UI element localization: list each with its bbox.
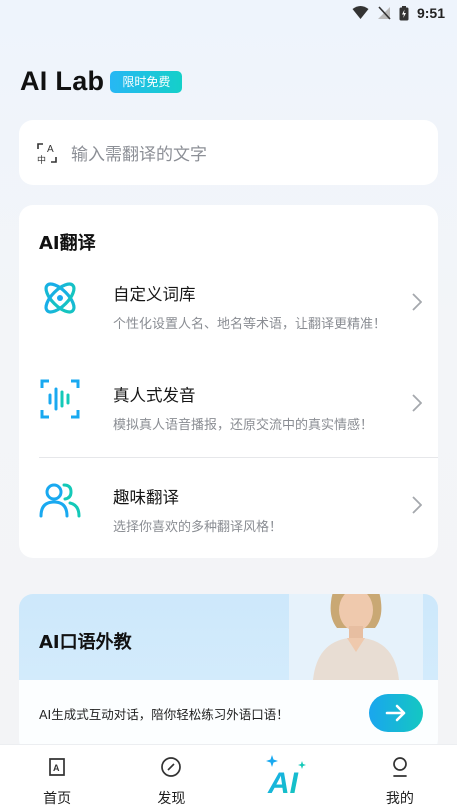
translate-input-placeholder: 输入需翻译的文字 <box>71 145 207 165</box>
svg-text:AI: AI <box>267 767 299 799</box>
tab-profile[interactable]: 我的 <box>343 745 457 812</box>
tab-label: 我的 <box>385 791 414 807</box>
atom-icon <box>44 282 76 314</box>
start-tutor-button[interactable] <box>369 694 423 732</box>
voice-wave-icon <box>40 379 80 419</box>
wifi-icon <box>352 6 369 19</box>
feature-real-voice[interactable]: 真人式发音 模拟真人语音播报，还原交流中的真实情感！ <box>39 378 438 448</box>
feature-title: 自定义词库 <box>113 285 196 304</box>
people-icon <box>39 483 81 518</box>
chevron-right-icon <box>412 293 422 311</box>
feature-title: 趣味翻译 <box>113 488 179 507</box>
translate-icon: A 中 <box>37 142 57 165</box>
no-signal-icon <box>377 6 391 20</box>
ai-icon: AI <box>265 755 306 799</box>
tab-home[interactable]: A 首页 <box>0 745 114 812</box>
svg-text:A: A <box>47 144 54 155</box>
translate-input-card[interactable]: A 中 输入需翻译的文字 <box>19 120 438 185</box>
free-badge: 限时免费 <box>110 70 183 93</box>
tab-ai[interactable]: AI <box>229 745 343 812</box>
ai-tutor-card[interactable]: AI口语外教 AI生成式互动对话，陪你轻松练习外语口语！ <box>19 594 438 754</box>
divider <box>39 457 438 458</box>
status-bar: 9:51 <box>0 0 457 26</box>
tab-label: 发现 <box>157 791 186 807</box>
feature-custom-glossary[interactable]: 自定义词库 个性化设置人名、地名等术语，让翻译更精准！ <box>39 277 438 347</box>
svg-text:中: 中 <box>37 154 46 165</box>
bottom-tab-bar: A 首页 发现 AI 我的 <box>0 744 457 812</box>
chevron-right-icon <box>412 394 422 412</box>
tutor-description: AI生成式互动对话，陪你轻松练习外语口语！ <box>39 707 289 722</box>
compass-icon <box>161 757 182 777</box>
battery-charging-icon <box>399 5 409 20</box>
section-title-ai-translate: AI翻译 <box>39 233 96 254</box>
page-title: AI Lab <box>20 66 105 96</box>
svg-text:A: A <box>53 763 60 773</box>
status-time: 9:51 <box>416 5 445 21</box>
home-icon: A <box>49 758 65 776</box>
arrow-right-icon <box>385 704 406 722</box>
chevron-right-icon <box>412 496 422 514</box>
header: AI Lab 限时免费 <box>20 66 183 97</box>
feature-fun-translate[interactable]: 趣味翻译 选择你喜欢的多种翻译风格！ <box>39 480 438 550</box>
tab-discover[interactable]: 发现 <box>114 745 228 812</box>
profile-icon <box>393 757 407 777</box>
tutor-portrait-image <box>289 594 423 680</box>
feature-title: 真人式发音 <box>113 386 196 405</box>
ai-translate-card: AI翻译 自定义词库 个性化设置人名、地名等术语，让翻译更精准！ 真人式发音 模… <box>19 205 438 558</box>
tutor-title: AI口语外教 <box>39 632 132 653</box>
feature-subtitle: 个性化设置人名、地名等术语，让翻译更精准！ <box>113 317 387 332</box>
tutor-footer: AI生成式互动对话，陪你轻松练习外语口语！ <box>19 680 438 754</box>
tab-label: 首页 <box>43 791 72 807</box>
feature-subtitle: 选择你喜欢的多种翻译风格！ <box>113 520 283 535</box>
feature-subtitle: 模拟真人语音播报，还原交流中的真实情感！ <box>113 418 374 433</box>
